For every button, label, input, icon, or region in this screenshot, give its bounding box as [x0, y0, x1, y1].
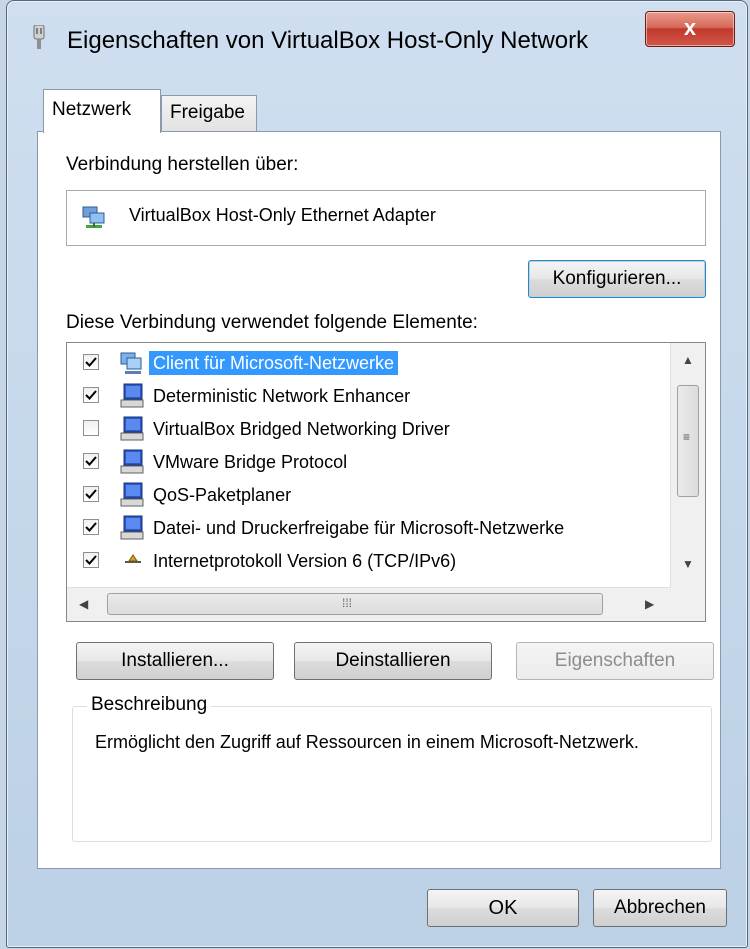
list-item[interactable]: Internetprotokoll Version 6 (TCP/IPv6): [67, 545, 671, 577]
checkbox-qos[interactable]: [83, 486, 99, 502]
list-item[interactable]: VMware Bridge Protocol: [67, 446, 671, 478]
tab-freigabe[interactable]: Freigabe: [161, 95, 257, 131]
list-item[interactable]: QoS-Paketplaner: [67, 479, 671, 511]
checkbox-dne[interactable]: [83, 387, 99, 403]
item-label: Client für Microsoft-Netzwerke: [149, 351, 399, 375]
checkbox-client[interactable]: [83, 354, 99, 370]
install-button[interactable]: Installieren...: [76, 642, 274, 680]
close-button[interactable]: x: [645, 11, 735, 47]
uninstall-button[interactable]: Deinstallieren: [294, 642, 492, 680]
network-service-icon: [117, 514, 147, 542]
network-service-icon: [117, 448, 147, 476]
cancel-button[interactable]: Abbrechen: [593, 889, 727, 927]
window-title: Eigenschaften von VirtualBox Host-Only N…: [67, 27, 589, 54]
list-item[interactable]: Deterministic Network Enhancer: [67, 380, 671, 412]
elements-list[interactable]: Client für Microsoft-Netzwerke Determini…: [66, 342, 706, 622]
network-service-icon: [117, 382, 147, 410]
network-service-icon: [117, 415, 147, 443]
item-label: VMware Bridge Protocol: [153, 452, 348, 472]
description-title: Beschreibung: [87, 694, 212, 716]
title-bar[interactable]: Eigenschaften von VirtualBox Host-Only N…: [7, 1, 747, 73]
horizontal-scrollbar[interactable]: ◀ ⁞⁞⁞ ▶: [67, 587, 671, 621]
elements-label: Diese Verbindung verwendet folgende Elem…: [66, 312, 478, 333]
scroll-left-icon[interactable]: ◀: [79, 597, 88, 611]
tab-netzwerk[interactable]: Netzwerk: [43, 89, 161, 133]
network-client-icon: [117, 349, 147, 377]
vertical-scrollbar[interactable]: ▲ ≡ ▼: [670, 343, 705, 588]
description-text: Ermöglicht den Zugriff auf Ressourcen in…: [95, 732, 639, 752]
item-label: Datei- und Druckerfreigabe für Microsoft…: [153, 518, 565, 538]
configure-button[interactable]: Konfigurieren...: [528, 260, 706, 298]
list-item[interactable]: Datei- und Druckerfreigabe für Microsoft…: [67, 512, 671, 544]
protocol-icon: [117, 547, 147, 575]
scroll-down-icon[interactable]: ▼: [682, 557, 694, 571]
connect-using-label: Verbindung herstellen über:: [66, 154, 299, 175]
scroll-right-icon[interactable]: ▶: [645, 597, 654, 611]
close-icon: x: [683, 15, 697, 40]
list-item[interactable]: Client für Microsoft-Netzwerke: [67, 347, 671, 379]
checkbox-file-printer-sharing[interactable]: [83, 519, 99, 535]
adapter-box: VirtualBox Host-Only Ethernet Adapter: [66, 190, 706, 246]
item-label: Deterministic Network Enhancer: [153, 386, 411, 406]
horizontal-scroll-thumb[interactable]: ⁞⁞⁞: [107, 593, 603, 615]
tab-panel-netzwerk: Verbindung herstellen über: VirtualBox H…: [37, 131, 721, 869]
adapter-name: VirtualBox Host-Only Ethernet Adapter: [129, 205, 436, 225]
item-label: Internetprotokoll Version 6 (TCP/IPv6): [153, 551, 457, 571]
description-group: Beschreibung Ermöglicht den Zugriff auf …: [72, 694, 712, 842]
item-label: VirtualBox Bridged Networking Driver: [153, 419, 450, 439]
network-plug-icon: [31, 24, 47, 49]
checkbox-vbox-bridged[interactable]: [83, 420, 99, 436]
vertical-scroll-thumb[interactable]: ≡: [677, 385, 699, 497]
scroll-up-icon[interactable]: ▲: [682, 353, 694, 367]
grip-icon: ⁞⁞⁞: [342, 596, 353, 610]
list-item[interactable]: VirtualBox Bridged Networking Driver: [67, 413, 671, 445]
grip-icon: ≡: [683, 430, 691, 444]
ok-button[interactable]: OK: [427, 889, 579, 927]
scroll-corner: [671, 588, 705, 621]
properties-button[interactable]: Eigenschaften: [516, 642, 714, 680]
item-label: QoS-Paketplaner: [153, 485, 292, 505]
checkbox-ipv6[interactable]: [83, 552, 99, 568]
network-service-icon: [117, 481, 147, 509]
checkbox-vmware-bridge[interactable]: [83, 453, 99, 469]
properties-dialog: Eigenschaften von VirtualBox Host-Only N…: [6, 0, 748, 948]
network-adapter-icon: [81, 205, 107, 231]
